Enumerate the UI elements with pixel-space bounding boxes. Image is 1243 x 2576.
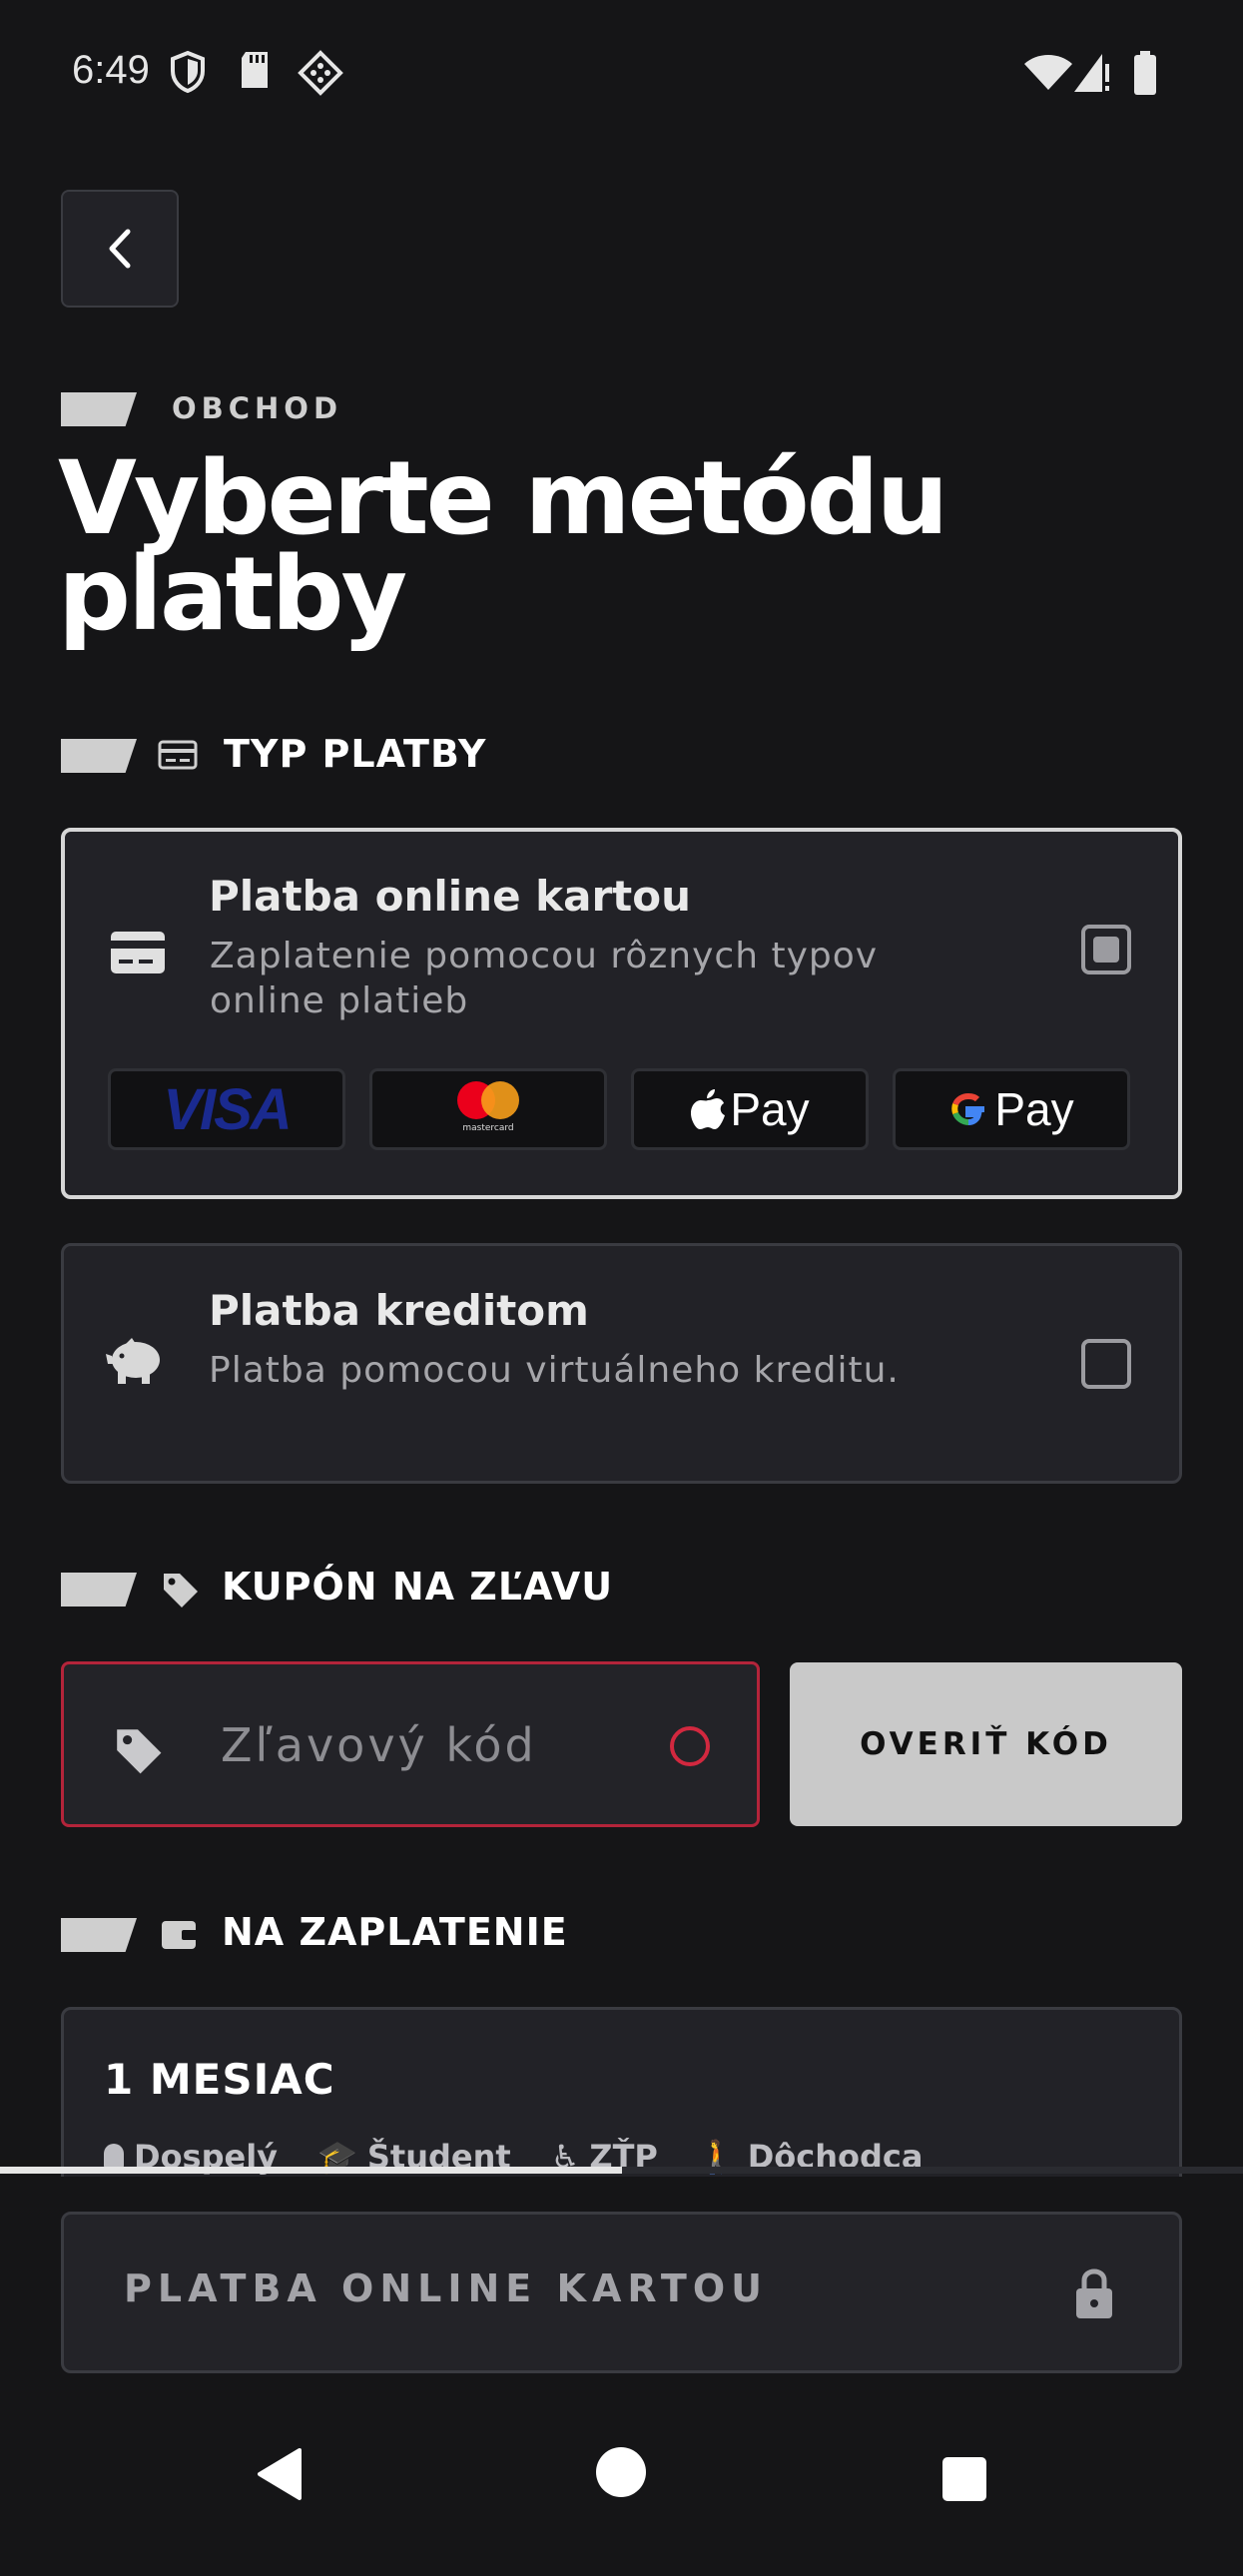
nav-recents-icon[interactable] (941, 2456, 987, 2502)
cta-label: PLATBA ONLINE KARTOU (124, 2266, 768, 2310)
section-label-coupon: KUPÓN NA ZĽAVU (222, 1565, 614, 1609)
coupon-input[interactable] (219, 1704, 682, 1786)
tag-icon (117, 1729, 162, 1774)
page-title: Vyberte metódu platby (58, 439, 948, 654)
section-tag-shape (61, 739, 137, 773)
section-tag-shape (61, 1918, 137, 1952)
status-time: 6:49 (72, 48, 150, 92)
scroll-progress-fill (0, 2167, 622, 2174)
chevron-left-icon (109, 229, 131, 269)
eyebrow-tag-shape (61, 392, 137, 426)
shield-icon (171, 50, 205, 94)
eyebrow-label: OBCHOD (172, 391, 343, 425)
lock-icon (1076, 2268, 1112, 2318)
back-button[interactable] (61, 190, 179, 308)
mastercard-logo: mastercard (369, 1068, 607, 1150)
apple-pay-logo: Pay (631, 1068, 869, 1150)
section-label-to-pay: NA ZAPLATENIE (222, 1910, 568, 1954)
card-outline-icon (158, 740, 198, 770)
option-checkbox-unchecked[interactable] (1081, 1339, 1131, 1389)
sd-card-icon (242, 52, 268, 88)
order-item-title: 1 MESIAC (104, 2055, 335, 2104)
signal-icon (1074, 54, 1109, 92)
google-pay-logo: Pay (893, 1068, 1130, 1150)
credit-card-icon (111, 932, 165, 973)
apple-icon (691, 1089, 726, 1129)
wifi-icon (1024, 55, 1072, 90)
payment-option-credit[interactable]: Platba kreditom Platba pomocou virtuálne… (61, 1243, 1182, 1484)
option-description: Zaplatenie pomocou rôznych typov online … (210, 936, 879, 1021)
visa-logo: VISA (108, 1068, 345, 1150)
tag-icon (164, 1574, 198, 1608)
error-circle-icon (670, 1726, 710, 1766)
payment-option-card[interactable]: Platba online kartou Zaplatenie pomocou … (61, 828, 1182, 1199)
pay-online-card-button[interactable]: PLATBA ONLINE KARTOU (61, 2212, 1182, 2373)
option-title: Platba kreditom (209, 1286, 589, 1335)
wallet-icon (162, 1921, 198, 1949)
app-diamond-icon (298, 50, 343, 96)
google-g-icon (951, 1092, 985, 1125)
coupon-input-field[interactable] (61, 1661, 760, 1827)
battery-icon (1134, 51, 1156, 95)
section-tag-shape (61, 1573, 137, 1607)
section-label-payment-type: TYP PLATBY (224, 732, 487, 776)
option-title: Platba online kartou (209, 872, 691, 921)
nav-home-icon[interactable] (595, 2446, 647, 2498)
option-description: Platba pomocou virtuálneho kreditu. (209, 1350, 900, 1391)
verify-code-button[interactable]: OVERIŤ KÓD (790, 1662, 1182, 1826)
option-checkbox-checked[interactable] (1081, 925, 1131, 974)
nav-back-icon[interactable] (254, 2446, 304, 2502)
piggy-bank-icon (106, 1338, 160, 1384)
